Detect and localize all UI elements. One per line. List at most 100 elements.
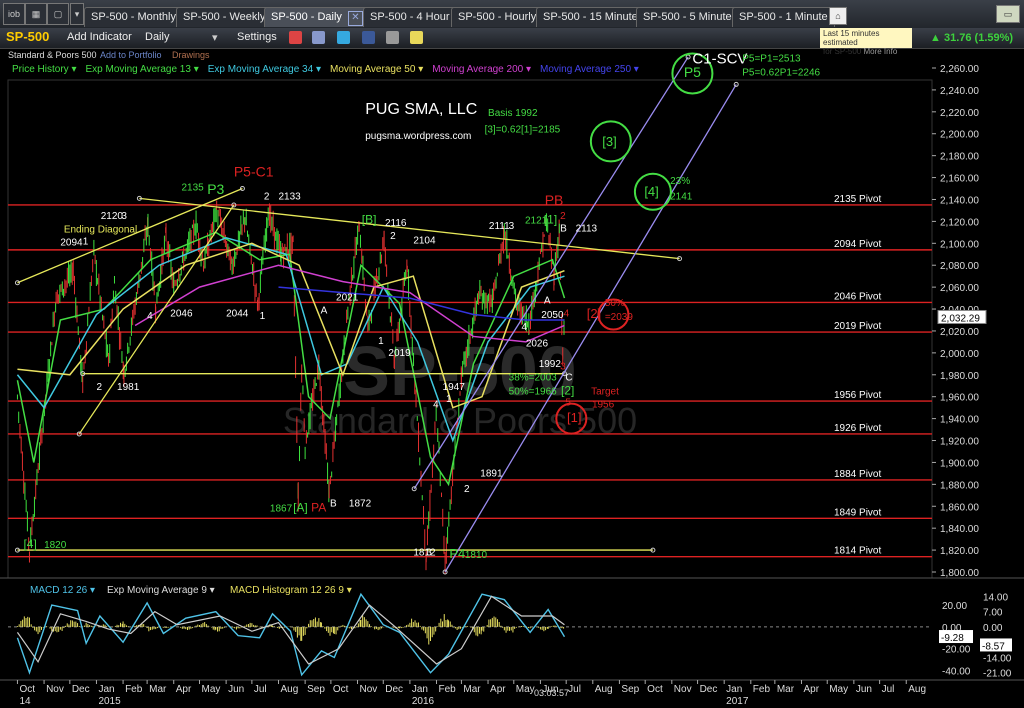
tab-sp-500-15-minute[interactable]: SP-500 - 15 Minute — [536, 7, 645, 27]
legend-item-4[interactable]: Moving Average 200 ▾ — [432, 64, 531, 75]
add-to-portfolio-link[interactable]: Add to Portfolio — [100, 50, 162, 60]
chart-annotation: 5 — [565, 397, 571, 408]
quote-note: Last 15 minutes estimated — [823, 29, 880, 47]
y-tick-label: 1,980.00 — [940, 371, 979, 382]
chart-annotation: [1] — [567, 410, 581, 425]
macd-signal-line — [16, 595, 565, 665]
interval-dropdown-icon[interactable]: ▾ — [212, 31, 218, 44]
y-tick-label: 2,000.00 — [940, 349, 979, 360]
add-indicator-button[interactable]: Add Indicator — [67, 31, 132, 43]
macd-hist-y-tick: -21.00 — [983, 669, 1012, 680]
chart-annotation: [4] — [23, 537, 36, 551]
share-icon[interactable] — [386, 31, 399, 44]
note-icon[interactable] — [410, 31, 423, 44]
x-year-label: 2016 — [412, 696, 435, 707]
tab-sp-500-1-minute[interactable]: SP-500 - 1 Minute — [732, 7, 835, 27]
y-tick-label: 1,880.00 — [940, 480, 979, 491]
x-year-label: 2017 — [726, 696, 749, 707]
legend-item-1[interactable]: Exp Moving Average 13 ▾ — [85, 64, 198, 75]
x-tick-label: May — [516, 684, 535, 695]
more-info-link[interactable]: More Info — [863, 47, 897, 56]
chart-annotation: 3 — [509, 221, 515, 232]
legend-item-0[interactable]: Price History ▾ — [12, 64, 76, 75]
y-tick-label: 1,940.00 — [940, 415, 979, 426]
chart-annotation: B — [560, 223, 567, 234]
y-tick-label: 1,800.00 — [940, 568, 979, 579]
legend-item-2[interactable]: Exp Moving Average 34 ▾ — [208, 64, 321, 75]
x-tick-label: Mar — [149, 684, 167, 695]
interval-select[interactable]: Daily — [145, 31, 169, 43]
print-icon[interactable] — [312, 31, 325, 44]
tab-sp-500-4-hour[interactable]: SP-500 - 4 Hour — [363, 7, 457, 27]
y-tick-label: 2,120.00 — [940, 217, 979, 228]
tab-label: SP-500 - 15 Minute — [543, 11, 638, 23]
symbol-label[interactable]: SP-500 — [6, 29, 49, 44]
chart-annotation: [A] — [293, 501, 308, 515]
iob-button[interactable]: iob — [3, 3, 25, 25]
chart-annotation: 1947 — [443, 382, 466, 393]
plot-frame — [7, 79, 933, 579]
macd-line — [16, 592, 566, 677]
last-price-box — [937, 309, 987, 324]
grid-layout-icon[interactable]: ▦ — [25, 3, 47, 25]
x-tick-label: Aug — [908, 684, 926, 695]
moving-average-line — [16, 231, 566, 487]
tab-sp-500-daily[interactable]: SP-500 - Daily ✕ — [264, 7, 370, 27]
chart-annotation: 2026 — [526, 338, 549, 349]
x-tick-label: Feb — [439, 684, 457, 695]
x-tick-label: Oct — [647, 684, 663, 695]
single-layout-icon[interactable]: ▢ — [47, 3, 69, 25]
last-price-label: 2,032.29 — [941, 313, 980, 324]
tab-sp-500-monthly[interactable]: SP-500 - Monthly — [84, 7, 183, 27]
chart-annotation: 1992 — [539, 359, 562, 370]
y-tick-label: 2,020.00 — [940, 327, 979, 338]
tab-sp-500-hourly[interactable]: SP-500 - Hourly — [451, 7, 544, 27]
trend-line-handle — [239, 186, 245, 192]
facebook-icon[interactable] — [362, 31, 375, 44]
legend-item-5[interactable]: Moving Average 250 ▾ — [540, 64, 639, 75]
alarm-icon[interactable] — [289, 31, 302, 44]
y-tick-label: 1,920.00 — [940, 437, 979, 448]
close-tab-icon[interactable]: ✕ — [347, 11, 363, 26]
x-tick-label: May — [829, 684, 848, 695]
chart-annotation: [B] — [362, 213, 377, 227]
tab-label: SP-500 - 4 Hour — [370, 11, 450, 23]
tab-label: SP-500 - 5 Minute — [643, 11, 732, 23]
legend-item-3[interactable]: Moving Average 50 ▾ — [330, 64, 423, 75]
wave-circle — [597, 298, 630, 331]
chart-annotation: 2111 — [489, 221, 510, 232]
chart-annotation: 2044 — [226, 309, 249, 320]
twitter-icon[interactable] — [337, 31, 350, 44]
wave-circle — [555, 402, 588, 435]
y-tick-label: 1,820.00 — [940, 546, 979, 557]
pivot-label: 1956 Pivot — [834, 390, 881, 401]
settings-button[interactable]: Settings — [237, 31, 277, 43]
x-tick-label: Apr — [176, 684, 192, 695]
tab-menu-chevron-icon[interactable]: ▾ — [70, 3, 84, 25]
macd-hist-y-tick: 0.00 — [983, 623, 1003, 634]
macd-hist-title: MACD Histogram 12 26 9 ▾ — [230, 585, 352, 596]
x-tick-label: Nov — [360, 684, 378, 695]
chart-annotation: P5 — [684, 64, 701, 80]
x-tick-label: Dec — [700, 684, 718, 695]
symbol-name: Standard & Poors 500 — [8, 50, 97, 60]
chart-annotation: 1820 — [44, 540, 67, 551]
y-tick-label: 1,900.00 — [940, 458, 979, 469]
drawings-link[interactable]: Drawings — [172, 50, 210, 60]
pivot-label: 2135 Pivot — [834, 194, 881, 205]
x-tick-label: Jun — [856, 684, 872, 695]
x-year-label: 14 — [19, 696, 31, 707]
chart-annotation: 2019 — [388, 348, 411, 359]
chart-annotation: 1872 — [349, 498, 372, 509]
trend-line-handle — [80, 371, 86, 377]
y-tick-label: 2,100.00 — [940, 239, 979, 250]
tab-sp-500-5-minute[interactable]: SP-500 - 5 Minute — [636, 7, 739, 27]
x-tick-label: Jun — [228, 684, 244, 695]
trend-line-handle — [231, 202, 237, 208]
chart-annotation: C1-SCV — [692, 51, 747, 68]
new-tab-icon[interactable]: ⌂ — [829, 7, 847, 25]
tab-sp-500-weekly[interactable]: SP-500 - Weekly — [176, 7, 273, 27]
x-tick-label: Nov — [674, 684, 692, 695]
x-tick-label: Sep — [307, 684, 325, 695]
chart-annotation: 3 — [560, 361, 566, 372]
